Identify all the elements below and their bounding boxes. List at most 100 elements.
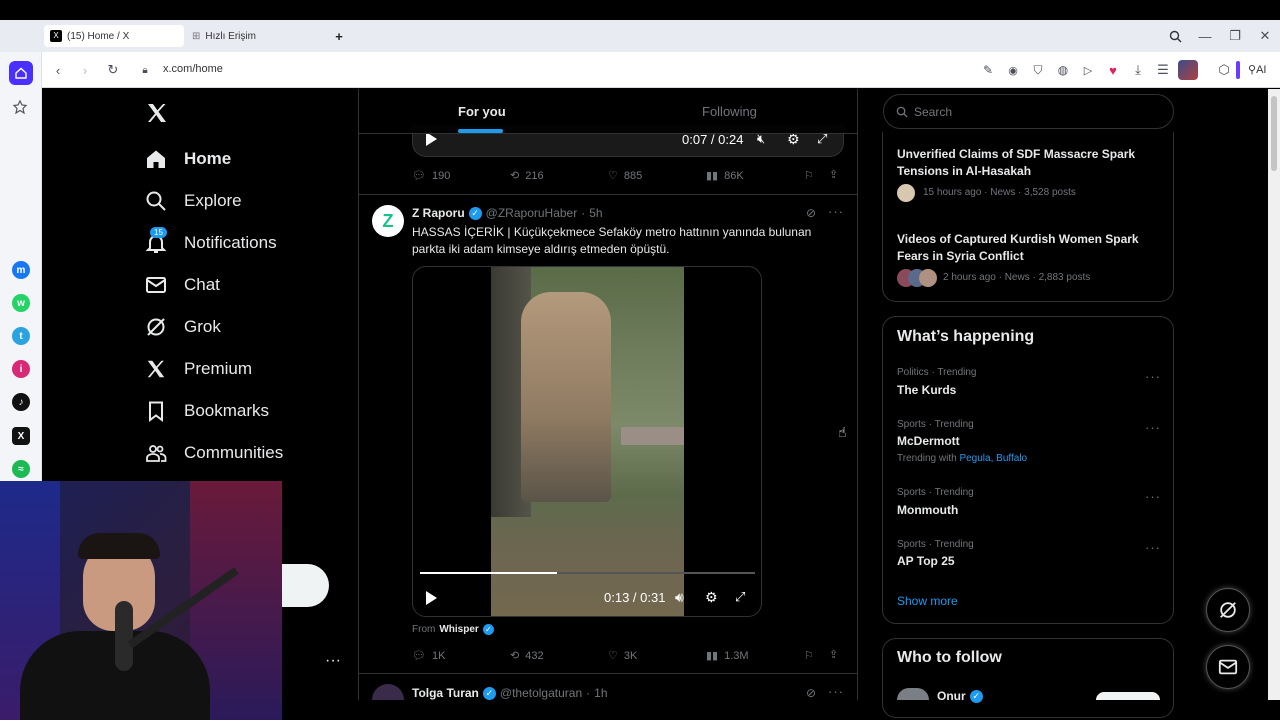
next-post-author[interactable]: Tolga Turan bbox=[412, 686, 479, 700]
scrollbar-thumb[interactable] bbox=[1271, 96, 1277, 171]
news-title[interactable]: Unverified Claims of SDF Massacre Spark … bbox=[897, 146, 1159, 180]
bookmark-post-icon[interactable]: ⚐ bbox=[804, 169, 814, 182]
nav-notifications[interactable]: 15 Notifications bbox=[145, 227, 277, 257]
verified-badge-icon: ✓ bbox=[468, 206, 482, 220]
reload-icon[interactable]: ↻ bbox=[103, 60, 123, 80]
video-player[interactable] bbox=[412, 266, 762, 617]
trend-name[interactable]: Monmouth bbox=[897, 503, 958, 517]
post-more-icon[interactable]: ··· bbox=[828, 204, 844, 219]
share-icon[interactable]: ⇪ bbox=[829, 648, 838, 661]
repost-button[interactable]: ⟲ 216 bbox=[510, 169, 544, 183]
post-avatar[interactable]: Z bbox=[372, 205, 404, 237]
video-settings-icon[interactable]: ⚙ bbox=[705, 589, 718, 606]
close-window-icon[interactable]: ✕ bbox=[1255, 26, 1275, 46]
bookmark-post-icon[interactable]: ⚐ bbox=[804, 649, 814, 662]
nav-label: Chat bbox=[184, 275, 220, 294]
camera-icon[interactable]: ◉ bbox=[1003, 60, 1023, 80]
messages-fab[interactable] bbox=[1206, 645, 1250, 689]
tiktok-icon[interactable]: ♪ bbox=[12, 393, 30, 411]
follow-avatar[interactable] bbox=[897, 688, 929, 700]
forward-icon[interactable]: › bbox=[75, 60, 95, 80]
spotify-icon[interactable]: ≈ bbox=[12, 460, 30, 478]
follow-button[interactable] bbox=[1096, 692, 1160, 700]
tab-for-you[interactable]: For you bbox=[458, 104, 506, 119]
menu-icon[interactable]: ☰ bbox=[1153, 60, 1173, 80]
x-sidebar-icon[interactable]: X bbox=[12, 427, 30, 445]
nav-chat[interactable]: Chat bbox=[145, 271, 220, 299]
views-button[interactable]: ▮▮ 86K bbox=[706, 169, 744, 183]
follow-name[interactable]: Onur bbox=[937, 689, 966, 703]
nav-premium[interactable]: Premium bbox=[145, 355, 252, 383]
trend-name[interactable]: The Kurds bbox=[897, 383, 956, 397]
ai-button[interactable]: ⚲AI bbox=[1248, 63, 1266, 76]
trend-more-icon[interactable]: ··· bbox=[1145, 369, 1161, 384]
x-logo-icon[interactable] bbox=[145, 101, 169, 125]
profile-avatar[interactable] bbox=[1178, 60, 1198, 80]
play-icon[interactable] bbox=[424, 590, 438, 611]
messenger-icon[interactable]: m bbox=[12, 261, 30, 279]
nav-communities[interactable]: Communities bbox=[145, 439, 283, 467]
post-author-handle[interactable]: @ZRaporuHaber bbox=[486, 206, 578, 220]
video-progress-track[interactable] bbox=[420, 572, 755, 574]
account-more-icon[interactable]: ··· bbox=[325, 652, 341, 670]
feed-right-border bbox=[857, 89, 858, 700]
vpn-icon[interactable]: ◍ bbox=[1053, 60, 1073, 80]
pinboard-icon[interactable] bbox=[12, 99, 30, 117]
grok-icon bbox=[145, 316, 167, 338]
lock-icon[interactable]: 🔒︎ bbox=[135, 60, 155, 80]
reply-button[interactable]: 💬︎ 1K bbox=[412, 649, 445, 663]
tab-home-x[interactable]: X (15) Home / X bbox=[44, 25, 184, 47]
minimize-icon[interactable]: — bbox=[1195, 26, 1215, 46]
post-age[interactable]: 5h bbox=[589, 206, 602, 220]
post-more-icon[interactable]: ··· bbox=[828, 684, 844, 699]
people-figure bbox=[521, 292, 611, 502]
maximize-icon[interactable]: ❐ bbox=[1225, 26, 1245, 46]
post-author-name[interactable]: Z Raporu bbox=[412, 206, 465, 220]
shield-icon[interactable]: ⛉ bbox=[1028, 60, 1048, 80]
trend-more-icon[interactable]: ··· bbox=[1145, 489, 1161, 504]
prev-play-icon[interactable] bbox=[424, 131, 438, 152]
trend-name[interactable]: McDermott bbox=[897, 434, 960, 448]
show-more-link[interactable]: Show more bbox=[897, 594, 958, 608]
repost-button[interactable]: ⟲ 432 bbox=[510, 649, 544, 663]
source-name[interactable]: Whisper bbox=[439, 624, 478, 635]
instagram-icon[interactable]: i bbox=[12, 360, 30, 378]
next-post-age[interactable]: 1h bbox=[594, 686, 607, 700]
trend-name[interactable]: AP Top 25 bbox=[897, 554, 955, 568]
trend-more-icon[interactable]: ··· bbox=[1145, 420, 1161, 435]
whatsapp-icon[interactable]: w bbox=[12, 294, 30, 312]
video-fullscreen-icon[interactable]: ⤢ bbox=[735, 589, 745, 605]
download-icon[interactable]: ⤓ bbox=[1128, 60, 1148, 80]
share-icon[interactable]: ⇪ bbox=[829, 168, 838, 181]
grok-post-icon[interactable]: ⊘ bbox=[806, 206, 816, 220]
grok-post-icon[interactable]: ⊘ bbox=[806, 686, 816, 700]
like-button[interactable]: ♡ 3K bbox=[608, 649, 637, 663]
search-box[interactable]: Search bbox=[883, 94, 1174, 129]
tab-search-icon[interactable] bbox=[1165, 26, 1185, 46]
url-text[interactable]: x.com/home bbox=[163, 63, 223, 75]
trend-more-icon[interactable]: ··· bbox=[1145, 540, 1161, 555]
heart-icon[interactable]: ♥ bbox=[1103, 60, 1123, 80]
nav-home[interactable]: Home bbox=[145, 145, 231, 173]
next-post-handle[interactable]: @thetolgaturan bbox=[500, 686, 582, 700]
scrollbar-track[interactable] bbox=[1268, 89, 1280, 700]
volume-icon[interactable]: 🔊︎ bbox=[675, 589, 684, 606]
extensions-icon[interactable]: ⬡ bbox=[1214, 60, 1234, 80]
nav-explore[interactable]: Explore bbox=[145, 187, 242, 215]
new-tab-button[interactable]: + bbox=[329, 26, 349, 46]
views-button[interactable]: ▮▮ 1.3M bbox=[706, 649, 749, 663]
nav-bookmarks[interactable]: Bookmarks bbox=[145, 397, 269, 425]
news-title[interactable]: Videos of Captured Kurdish Women Spark F… bbox=[897, 231, 1159, 265]
grok-fab[interactable] bbox=[1206, 588, 1250, 632]
back-icon[interactable]: ‹ bbox=[48, 60, 68, 80]
tab-quick-access[interactable]: ⊞ Hızlı Erişim bbox=[186, 25, 326, 47]
like-button[interactable]: ♡ 885 bbox=[608, 169, 642, 183]
edit-icon[interactable]: ✎ bbox=[978, 60, 998, 80]
play-icon[interactable]: ▷ bbox=[1078, 60, 1098, 80]
nav-grok[interactable]: Grok bbox=[145, 313, 221, 341]
tab-following[interactable]: Following bbox=[702, 104, 757, 119]
trend-with-links[interactable]: Pegula, Buffalo bbox=[959, 453, 1027, 464]
reply-button[interactable]: 💬︎ 190 bbox=[412, 169, 450, 183]
telegram-icon[interactable]: t bbox=[12, 327, 30, 345]
home-workspace-icon[interactable] bbox=[9, 61, 33, 85]
